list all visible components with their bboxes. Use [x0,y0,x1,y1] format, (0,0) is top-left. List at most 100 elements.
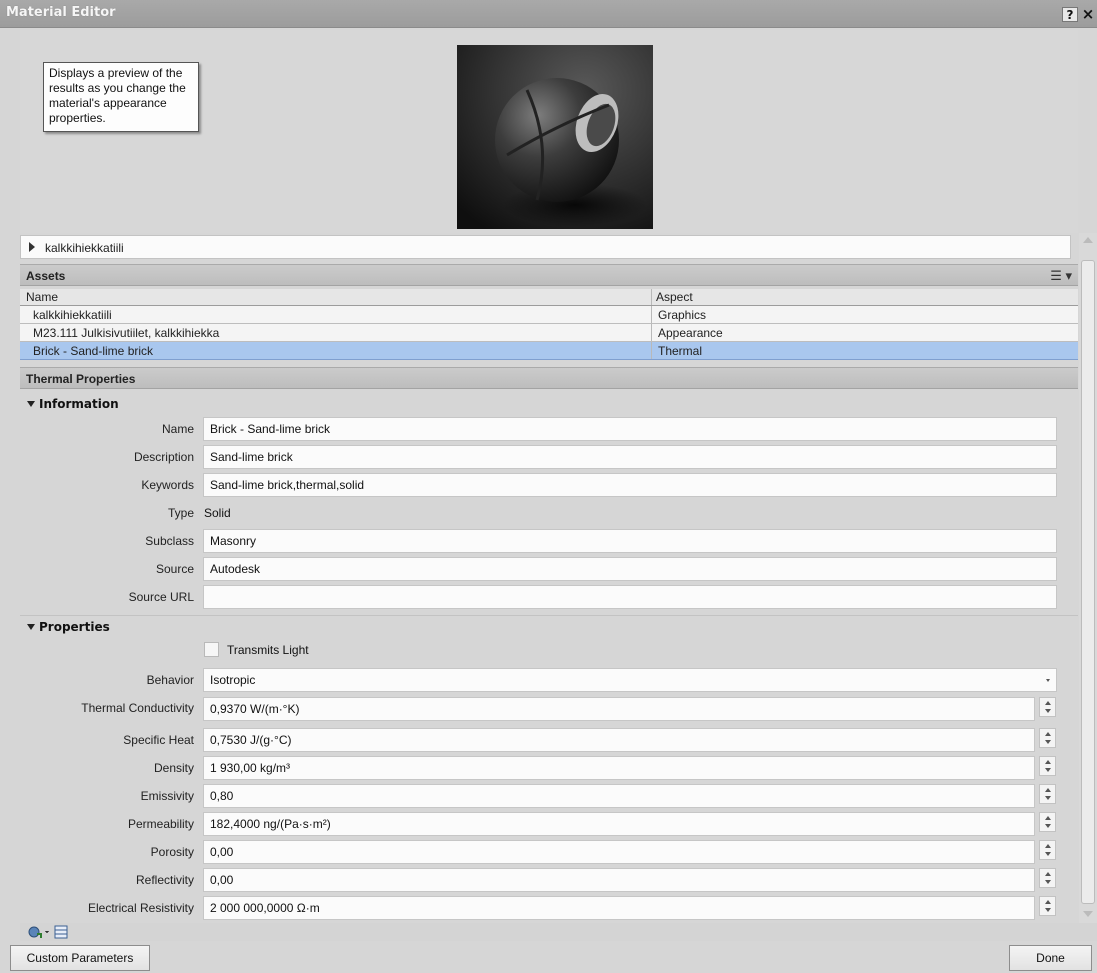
specific-heat-label: Specific Heat [123,733,194,747]
asset-aspect: Appearance [658,326,723,340]
type-value: Solid [204,506,231,520]
stepper-down-icon[interactable] [1045,709,1051,713]
stepper-up-icon[interactable] [1045,732,1051,736]
stepper-up-icon[interactable] [1045,816,1051,820]
create-material-icon[interactable] [28,925,50,939]
thermal-conductivity-label: Thermal Conductivity [81,701,194,715]
transmits-light-label: Transmits Light [227,643,309,657]
keywords-label: Keywords [141,478,194,492]
source-field[interactable]: Autodesk [203,557,1057,581]
density-stepper[interactable] [1039,756,1056,776]
permeability-stepper[interactable] [1039,812,1056,832]
list-view-icon[interactable]: ☰ ▾ [1050,268,1072,284]
close-button[interactable]: × [1081,7,1095,22]
column-header-aspect[interactable]: Aspect [656,289,693,306]
asset-name: Brick - Sand-lime brick [33,344,154,358]
reflectivity-stepper[interactable] [1039,868,1056,888]
stepper-up-icon[interactable] [1045,844,1051,848]
scroll-down-icon[interactable] [1083,911,1093,917]
thermal-conductivity-field[interactable]: 0,9370 W/(m·°K) [203,697,1035,721]
subclass-label: Subclass [145,534,194,548]
asset-name: kalkkihiekkatiili [33,308,112,322]
material-path-label: kalkkihiekkatiili [45,241,124,255]
information-title: Information [39,397,119,411]
transmits-light-checkbox[interactable] [204,642,219,657]
thermal-properties-title: Thermal Properties [26,372,136,386]
thermal-properties-header: Thermal Properties [20,367,1078,389]
permeability-field[interactable]: 182,4000 ng/(Pa·s·m²) [203,812,1035,836]
electrical-resistivity-stepper[interactable] [1039,896,1056,916]
column-separator [651,324,652,341]
assets-table: Name Aspect kalkkihiekkatiili Graphics M… [20,289,1078,360]
material-preview-image[interactable] [457,45,653,229]
asset-browser-icon[interactable] [54,925,68,939]
collapse-triangle-icon[interactable] [27,624,35,630]
stepper-up-icon[interactable] [1045,701,1051,705]
type-label: Type [167,506,194,520]
behavior-label: Behavior [146,673,194,687]
table-row[interactable]: M23.111 Julkisivutiilet, kalkkihiekka Ap… [20,324,1078,342]
collapse-triangle-icon[interactable] [27,401,35,407]
stepper-down-icon[interactable] [1045,824,1051,828]
stepper-down-icon[interactable] [1045,852,1051,856]
custom-parameters-button[interactable]: Custom Parameters [10,945,150,971]
density-field[interactable]: 1 930,00 kg/m³ [203,756,1035,780]
stepper-down-icon[interactable] [1045,740,1051,744]
expand-arrow-icon[interactable] [29,242,35,252]
stepper-up-icon[interactable] [1045,900,1051,904]
properties-group-header[interactable]: Properties [20,616,1078,638]
table-row-selected[interactable]: Brick - Sand-lime brick Thermal [20,342,1078,360]
material-path-bar[interactable]: kalkkihiekkatiili [20,235,1071,259]
scroll-up-icon[interactable] [1083,237,1093,243]
name-label: Name [161,422,194,436]
behavior-dropdown[interactable]: Isotropic [203,668,1057,692]
description-label: Description [133,450,194,464]
emissivity-field[interactable]: 0,80 [203,784,1035,808]
reflectivity-label: Reflectivity [135,873,194,887]
stepper-down-icon[interactable] [1045,880,1051,884]
keywords-field[interactable]: Sand-lime brick,thermal,solid [203,473,1057,497]
preview-tooltip: Displays a preview of the results as you… [43,62,199,132]
title-bar: Material Editor ? × [0,0,1097,28]
permeability-label: Permeability [127,817,194,831]
specific-heat-stepper[interactable] [1039,728,1056,748]
stepper-up-icon[interactable] [1045,872,1051,876]
subclass-field[interactable]: Masonry [203,529,1057,553]
density-label: Density [153,761,194,775]
material-editor-window: Material Editor ? × Displays a preview o… [0,0,1097,973]
description-field[interactable]: Sand-lime brick [203,445,1057,469]
emissivity-label: Emissivity [140,789,194,803]
table-row[interactable]: kalkkihiekkatiili Graphics [20,306,1078,324]
stepper-up-icon[interactable] [1045,760,1051,764]
column-header-name[interactable]: Name [26,289,58,306]
window-title: Material Editor [6,5,116,20]
emissivity-stepper[interactable] [1039,784,1056,804]
reflectivity-field[interactable]: 0,00 [203,868,1035,892]
column-separator [651,306,652,323]
asset-aspect: Graphics [658,308,707,322]
behavior-value: Isotropic [210,673,256,687]
properties-title: Properties [39,620,110,634]
assets-title: Assets [26,269,66,283]
column-separator [651,289,652,305]
stepper-up-icon[interactable] [1045,788,1051,792]
chevron-down-icon[interactable] [1046,679,1050,682]
scrollbar-thumb[interactable] [1081,260,1095,904]
electrical-resistivity-field[interactable]: 2 000 000,0000 Ω·m [203,896,1035,920]
thermal-conductivity-stepper[interactable] [1039,697,1056,717]
stepper-down-icon[interactable] [1045,796,1051,800]
source-url-label: Source URL [128,590,194,604]
information-group-header[interactable]: Information [20,393,1078,415]
help-button[interactable]: ? [1062,7,1078,22]
column-separator [651,342,652,359]
stepper-down-icon[interactable] [1045,908,1051,912]
porosity-label: Porosity [150,845,194,859]
porosity-field[interactable]: 0,00 [203,840,1035,864]
stepper-down-icon[interactable] [1045,768,1051,772]
name-field[interactable]: Brick - Sand-lime brick [203,417,1057,441]
porosity-stepper[interactable] [1039,840,1056,860]
electrical-resistivity-label: Electrical Resistivity [87,901,194,915]
specific-heat-field[interactable]: 0,7530 J/(g·°C) [203,728,1035,752]
done-button[interactable]: Done [1009,945,1092,971]
source-url-field[interactable] [203,585,1057,609]
